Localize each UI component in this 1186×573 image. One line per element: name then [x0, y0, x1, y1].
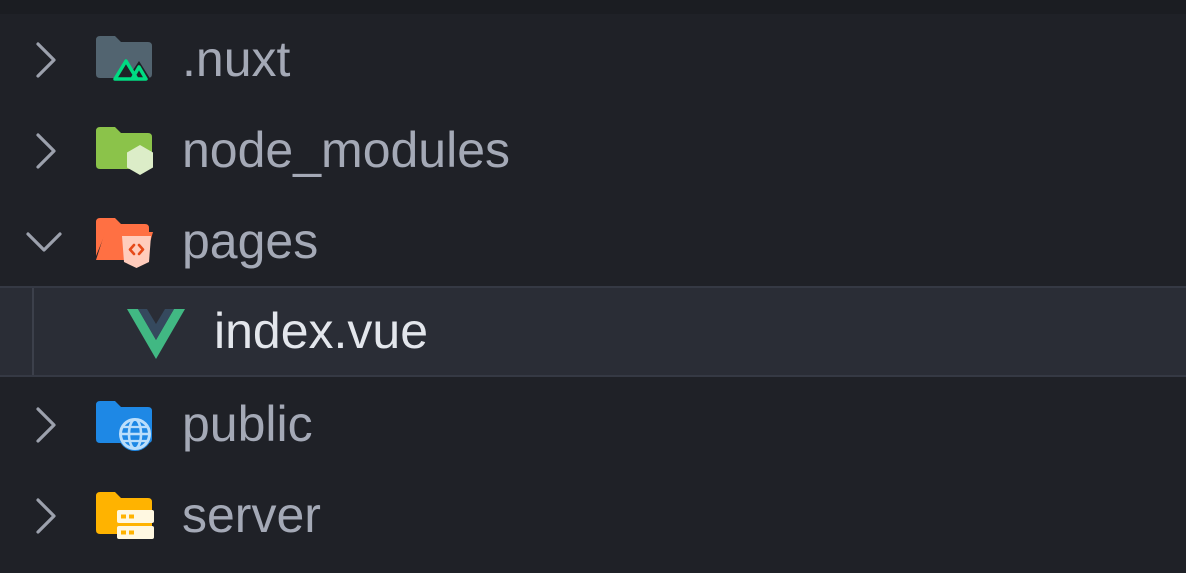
tree-item-label: index.vue — [214, 303, 429, 359]
tree-item-nuxt[interactable]: .nuxt — [0, 14, 1186, 105]
file-explorer: .nuxt node_modules pages index.vue publi… — [0, 0, 1186, 573]
pages-folder-icon — [96, 218, 153, 268]
chevron-right-icon[interactable] — [22, 492, 70, 540]
tree-item-server[interactable]: server — [0, 470, 1186, 561]
chevron-right-icon[interactable] — [22, 401, 70, 449]
explorer-top-edge — [0, 0, 1186, 14]
public-folder-icon — [96, 401, 152, 451]
chevron-right-icon[interactable] — [22, 36, 70, 84]
tree-item-node-modules[interactable]: node_modules — [0, 105, 1186, 196]
nuxt-folder-icon — [96, 36, 152, 81]
vue-file-icon — [127, 309, 185, 359]
tree-item-label: node_modules — [182, 122, 511, 178]
tree-item-label: .nuxt — [182, 31, 291, 87]
tree-item-index-vue[interactable]: index.vue — [0, 286, 1186, 377]
chevron-right-icon[interactable] — [22, 127, 70, 175]
indent-guide — [32, 288, 34, 375]
tree-item-label: public — [182, 396, 313, 452]
tree-item-public[interactable]: public — [0, 379, 1186, 470]
tree-item-label: pages — [182, 213, 319, 269]
tree-item-pages[interactable]: pages — [0, 196, 1186, 287]
server-folder-icon — [96, 492, 154, 539]
node-modules-folder-icon — [96, 127, 153, 175]
tree-item-label: server — [182, 487, 321, 543]
chevron-down-icon[interactable] — [22, 218, 70, 266]
